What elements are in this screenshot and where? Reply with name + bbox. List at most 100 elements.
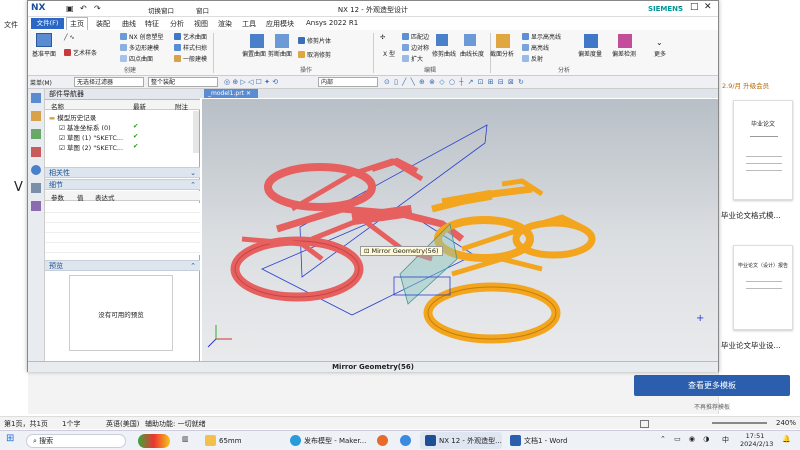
roles-icon[interactable] <box>31 201 41 211</box>
constraint-navigator-icon[interactable] <box>31 129 41 139</box>
status-language[interactable]: 英语(美国) <box>106 419 139 429</box>
view-mode-icons[interactable] <box>640 418 720 428</box>
tree-model-history[interactable]: ▬ 模型历史记录 <box>49 112 96 122</box>
trim-surface-icon[interactable] <box>275 34 289 48</box>
maximize-icon[interactable]: □ <box>690 2 699 12</box>
art-spline[interactable]: 艺术样条 <box>64 48 97 57</box>
menu-curve[interactable]: 曲线 <box>122 19 136 29</box>
x-form-icon[interactable]: ✣ <box>380 34 385 41</box>
status-accessibility[interactable]: 辅助功能: 一切就绪 <box>145 419 206 429</box>
col-name[interactable]: 名称 <box>51 101 64 111</box>
offset-surface[interactable]: 偏置曲面 <box>242 49 266 58</box>
deviation-check[interactable]: 偏差检测 <box>612 49 636 58</box>
tray-icons[interactable]: ⌃ ▭ ◉ ◑ <box>660 435 712 443</box>
trim-curve[interactable]: 修剪曲线 <box>432 49 456 58</box>
curve-length[interactable]: 曲线长度 <box>460 49 484 58</box>
taskbar-nx[interactable]: NX 12 - 外观造型... <box>425 435 502 446</box>
datum-plane-label[interactable]: 基准平面 <box>32 49 56 58</box>
details-section[interactable]: 细节 ⌃ <box>45 179 200 190</box>
deviation-measure-icon[interactable] <box>584 34 598 48</box>
datum-plane-icon[interactable] <box>36 33 52 47</box>
col-param[interactable]: 参数 <box>51 192 64 202</box>
menu-view[interactable]: 视图 <box>194 19 208 29</box>
minimize-icon[interactable]: – <box>678 2 683 12</box>
drone-model[interactable]: + <box>202 99 718 361</box>
selection-tools-icons[interactable]: ◎ ⊕ ▷ ◁ ☐ ✦ ⟲ <box>224 78 278 86</box>
menu-m-button[interactable]: 菜单(M) <box>30 78 52 87</box>
four-point-surface[interactable]: 四点曲面 <box>120 54 153 63</box>
menu-app-modules[interactable]: 应用模块 <box>266 19 294 29</box>
col-value[interactable]: 值 <box>77 192 84 202</box>
x-form[interactable]: X 型 <box>383 49 395 58</box>
highlight-lines[interactable]: 高亮线 <box>522 43 549 52</box>
col-expression[interactable]: 表达式 <box>95 192 115 202</box>
taskbar-edge[interactable]: 发布模型 - Maker... <box>290 435 366 446</box>
offset-surface-icon[interactable] <box>250 34 264 48</box>
inside-dropdown[interactable]: 内部 <box>318 77 378 87</box>
notification-icon[interactable]: 🔔 <box>782 435 791 443</box>
curve-length-icon[interactable] <box>464 34 476 46</box>
nx-creative[interactable]: NX 创意塑型 <box>120 32 164 41</box>
windows-start-icon[interactable]: ⊞ <box>6 433 14 444</box>
history-icon[interactable] <box>31 165 41 175</box>
zoom-slider[interactable] <box>712 422 767 424</box>
member-upgrade[interactable]: 2.9/月 升级会员 <box>722 80 769 90</box>
zoom-level[interactable]: 240% <box>776 419 796 427</box>
match-edge[interactable]: 匹配边 <box>402 32 429 41</box>
enlarge[interactable]: 扩大 <box>402 54 423 63</box>
system-materials-icon[interactable] <box>31 183 41 193</box>
tree-sketch-1[interactable]: ☑ 草图 (1) "SKETC... <box>59 132 123 142</box>
widgets-icon[interactable] <box>138 434 170 448</box>
tree-sketch-2[interactable]: ☑ 草图 (2) "SKETC... <box>59 142 123 152</box>
graphics-viewport[interactable]: + ⊡ Mirror Geometry(56) <box>202 99 718 361</box>
search-box[interactable]: ⌕ 搜索 <box>26 434 126 448</box>
col-notes[interactable]: 附注 <box>175 101 188 111</box>
menu-render[interactable]: 渲染 <box>218 19 232 29</box>
part-navigator-icon[interactable] <box>31 93 41 103</box>
more-icon[interactable]: ⌄ <box>656 38 663 47</box>
taskbar-app-blue[interactable] <box>400 435 414 446</box>
template-thumb-2[interactable]: 毕业论文（设计）报告 <box>733 245 793 330</box>
poly-modeling[interactable]: 多边形建模 <box>120 43 159 52</box>
close-icon[interactable]: ✕ <box>704 2 712 12</box>
more-templates-button[interactable]: 查看更多模板 <box>634 375 790 396</box>
navigator-scrollbar[interactable] <box>193 111 199 153</box>
section-analysis-icon[interactable] <box>496 34 510 48</box>
menu-home[interactable]: 主页 <box>66 17 88 30</box>
trim-surface[interactable]: 剪断曲面 <box>268 49 292 58</box>
model-tab[interactable]: _model1.prt ✕ <box>204 89 258 98</box>
task-view-icon[interactable]: ▥ <box>182 435 189 443</box>
menu-assembly[interactable]: 装配 <box>96 19 110 29</box>
show-highlight[interactable]: 显示高亮线 <box>522 32 561 41</box>
word-file-label[interactable]: 文件 <box>4 20 18 30</box>
menu-file[interactable]: 文件(F) <box>31 18 64 29</box>
menu-feature[interactable]: 特征 <box>145 19 159 29</box>
web-browser-icon[interactable] <box>31 147 41 157</box>
taskbar-folder[interactable]: 65mm <box>205 435 242 446</box>
style-sweep[interactable]: 样式扫掠 <box>174 43 207 52</box>
template-caption-1[interactable]: 毕业论文格式模... <box>721 210 800 221</box>
trim-curve-icon[interactable] <box>436 34 448 46</box>
untrim[interactable]: 取消修剪 <box>298 50 331 59</box>
line-tool-icon[interactable]: ╱ ∿ <box>64 34 75 41</box>
template-caption-2[interactable]: 毕业论文毕业设... <box>721 340 800 351</box>
taskbar-app-orange[interactable] <box>377 435 391 446</box>
no-recommend-link[interactable]: 不再推荐模板 <box>634 402 790 411</box>
deviation-check-icon[interactable] <box>618 34 632 48</box>
selection-filter-dropdown[interactable]: 无选择过滤器 <box>74 77 144 87</box>
relevance-section[interactable]: 相关性 ⌄ <box>45 167 200 178</box>
template-thumb-1[interactable]: 毕业论文 <box>733 100 793 200</box>
assembly-scope-dropdown[interactable]: 整个装配 <box>148 77 218 87</box>
tree-datum-csys[interactable]: ☑ 基准坐标系 (0) <box>59 122 111 132</box>
menu-tools[interactable]: 工具 <box>242 19 256 29</box>
general-modeling[interactable]: 一般建模 <box>174 54 207 63</box>
ime-indicator[interactable]: 中 <box>722 435 729 445</box>
snap-tools-icons[interactable]: ⊙ ▯ ╱ ╲ ⊕ ⊗ ◇ ○ ┼ ↗ ⊡ ⊞ ⊟ ⊠ ↻ <box>384 78 525 86</box>
preview-section[interactable]: 预览 ⌃ <box>45 260 200 271</box>
menu-analysis[interactable]: 分析 <box>170 19 184 29</box>
clock[interactable]: 17:51 2024/2/13 <box>740 432 773 448</box>
taskbar-word[interactable]: 文档1 - Word <box>510 435 567 446</box>
reflection[interactable]: 反射 <box>522 54 543 63</box>
section-analysis[interactable]: 截面分析 <box>490 49 514 58</box>
edge-symmetry[interactable]: 边对称 <box>402 43 429 52</box>
